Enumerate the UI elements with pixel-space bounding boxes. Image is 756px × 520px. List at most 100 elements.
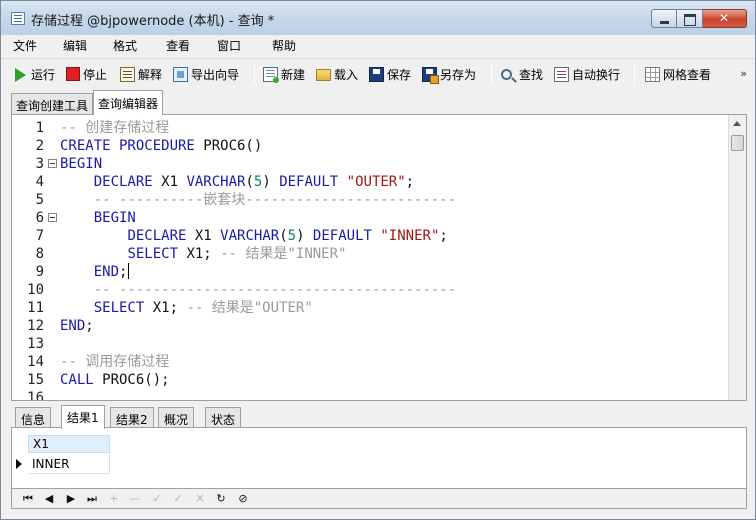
menu-help[interactable]: 帮助 [272, 37, 296, 54]
code-token: BEGIN [93, 210, 136, 226]
code-line[interactable]: 12 END; [12, 317, 728, 335]
previous-record-icon[interactable]: ◀ [41, 491, 57, 507]
code-token: DEFAULT [279, 174, 339, 190]
stop-label: 停止 [83, 67, 108, 82]
line-number: 5 [35, 192, 44, 208]
find-button[interactable]: 查找 [501, 64, 543, 84]
toolbar-separator [491, 64, 492, 84]
vertical-scrollbar[interactable] [728, 115, 746, 400]
delete-record-icon[interactable]: — [127, 491, 143, 507]
code-line[interactable]: 3 BEGIN [12, 155, 728, 173]
apply-changes-icon[interactable]: ✓ [149, 491, 165, 507]
menu-file[interactable]: 文件 [13, 37, 37, 54]
line-number: 13 [27, 336, 44, 352]
code-token: -- 调用存储过程 [60, 354, 170, 370]
column-header-x1[interactable]: X1 [28, 435, 110, 453]
code-line[interactable]: 4 DECLARE X1 VARCHAR(5) DEFAULT "OUTER"; [12, 173, 728, 191]
code-line[interactable]: 2 CREATE PROCEDURE PROC6() [12, 137, 728, 155]
toolbar-separator [634, 64, 635, 84]
code-line[interactable]: 7 DECLARE X1 VARCHAR(5) DEFAULT "INNER"; [12, 227, 728, 245]
word-wrap-button[interactable]: 自动换行 [554, 64, 620, 84]
code-token: X1 [152, 174, 187, 190]
last-record-icon[interactable]: ⏭ [84, 491, 100, 507]
tab-query-editor[interactable]: 查询编辑器 [93, 90, 164, 115]
grid-icon [645, 66, 660, 82]
add-record-icon[interactable]: + [106, 491, 122, 507]
toolbar-separator [254, 64, 255, 84]
line-number: 14 [27, 354, 44, 370]
stop-fetch-icon[interactable]: ⊘ [235, 491, 251, 507]
code-line[interactable]: 6 BEGIN [12, 209, 728, 227]
line-number: 10 [27, 282, 44, 298]
code-token: 5 [287, 228, 297, 244]
first-record-icon[interactable]: ⏮ [20, 491, 36, 507]
new-button[interactable]: 新建 [263, 64, 305, 84]
refresh-icon[interactable]: ↻ [213, 491, 229, 507]
code-text: BEGIN [60, 155, 102, 173]
scroll-up-arrow-icon[interactable] [733, 121, 741, 126]
line-number: 9 [35, 264, 44, 280]
tab-result1[interactable]: 结果1 [61, 405, 105, 429]
menu-view[interactable]: 查看 [166, 37, 190, 54]
fold-collapse-icon[interactable] [48, 159, 57, 168]
code-token: PROC6() [194, 138, 263, 154]
run-button[interactable]: 运行 [13, 64, 55, 84]
sql-editor[interactable]: 1 -- 创建存储过程 2 CREATE PROCEDURE PROC6() 3 BEGI… [11, 114, 747, 401]
code-line[interactable]: 16 [12, 389, 728, 401]
load-button[interactable]: 载入 [316, 64, 358, 84]
code-text: -- ----------嵌套块------------------------… [60, 191, 456, 209]
scrollbar-thumb[interactable] [731, 135, 744, 151]
apply-all-icon[interactable]: ✓ [170, 491, 186, 507]
menu-edit[interactable]: 编辑 [63, 37, 87, 54]
table-cell[interactable]: INNER [28, 454, 110, 474]
code-line[interactable]: 10 -- ----------------------------------… [12, 281, 728, 299]
grid-view-button[interactable]: 网格查看 [645, 64, 711, 84]
maximize-button[interactable] [677, 9, 703, 28]
export-wizard-button[interactable]: 导出向导 [173, 64, 239, 84]
next-record-icon[interactable]: ▶ [63, 491, 79, 507]
toolbar-overflow-button[interactable]: » [740, 67, 747, 80]
menu-format[interactable]: 格式 [113, 37, 137, 54]
code-text: SELECT X1; -- 结果是"OUTER" [60, 299, 313, 317]
code-token: ; [119, 264, 128, 280]
tab-info[interactable]: 信息 [15, 407, 52, 428]
code-text: BEGIN [60, 209, 136, 227]
explain-button[interactable]: 解释 [120, 64, 162, 84]
code-line[interactable]: 5 -- ----------嵌套块----------------------… [12, 191, 728, 209]
code-token: END [60, 318, 86, 334]
minimize-button[interactable] [651, 9, 677, 28]
code-line[interactable]: 14 -- 调用存储过程 [12, 353, 728, 371]
title-bar[interactable]: 存储过程 @bjpowernode (本机) - 查询 * ✕ [1, 1, 755, 35]
code-line[interactable]: 15 CALL PROC6(); [12, 371, 728, 389]
save-button[interactable]: 保存 [369, 64, 411, 84]
record-navigator: ⏮ ◀ ▶ ⏭ + — ✓ ✓ ✕ ↻ ⊘ [11, 489, 747, 509]
close-button[interactable]: ✕ [703, 9, 747, 28]
discard-changes-icon[interactable]: ✕ [192, 491, 208, 507]
line-number: 4 [35, 174, 44, 190]
tab-status[interactable]: 状态 [205, 407, 242, 428]
code-line[interactable]: 13 [12, 335, 728, 353]
tab-result2[interactable]: 结果2 [110, 407, 154, 428]
code-line[interactable]: 1 -- 创建存储过程 [12, 119, 728, 137]
code-line[interactable]: 9 END; [12, 263, 728, 281]
tab-query-builder[interactable]: 查询创建工具 [11, 93, 94, 114]
line-number: 16 [27, 390, 44, 401]
code-line[interactable]: 11 SELECT X1; -- 结果是"OUTER" [12, 299, 728, 317]
code-token: ; [439, 228, 448, 244]
fold-collapse-icon[interactable] [48, 213, 57, 222]
stop-button[interactable]: 停止 [66, 64, 107, 84]
code-token: "OUTER" [346, 174, 406, 190]
save-as-button[interactable]: 另存为 [422, 64, 476, 84]
code-token: BEGIN [60, 156, 103, 172]
code-token: DECLARE [93, 174, 153, 190]
tab-overview[interactable]: 概况 [158, 407, 195, 428]
code-token: -- 结果是"INNER" [220, 246, 347, 262]
code-line[interactable]: 8 SELECT X1; -- 结果是"INNER" [12, 245, 728, 263]
menu-window[interactable]: 窗口 [217, 37, 241, 54]
code-token: "INNER" [380, 228, 440, 244]
